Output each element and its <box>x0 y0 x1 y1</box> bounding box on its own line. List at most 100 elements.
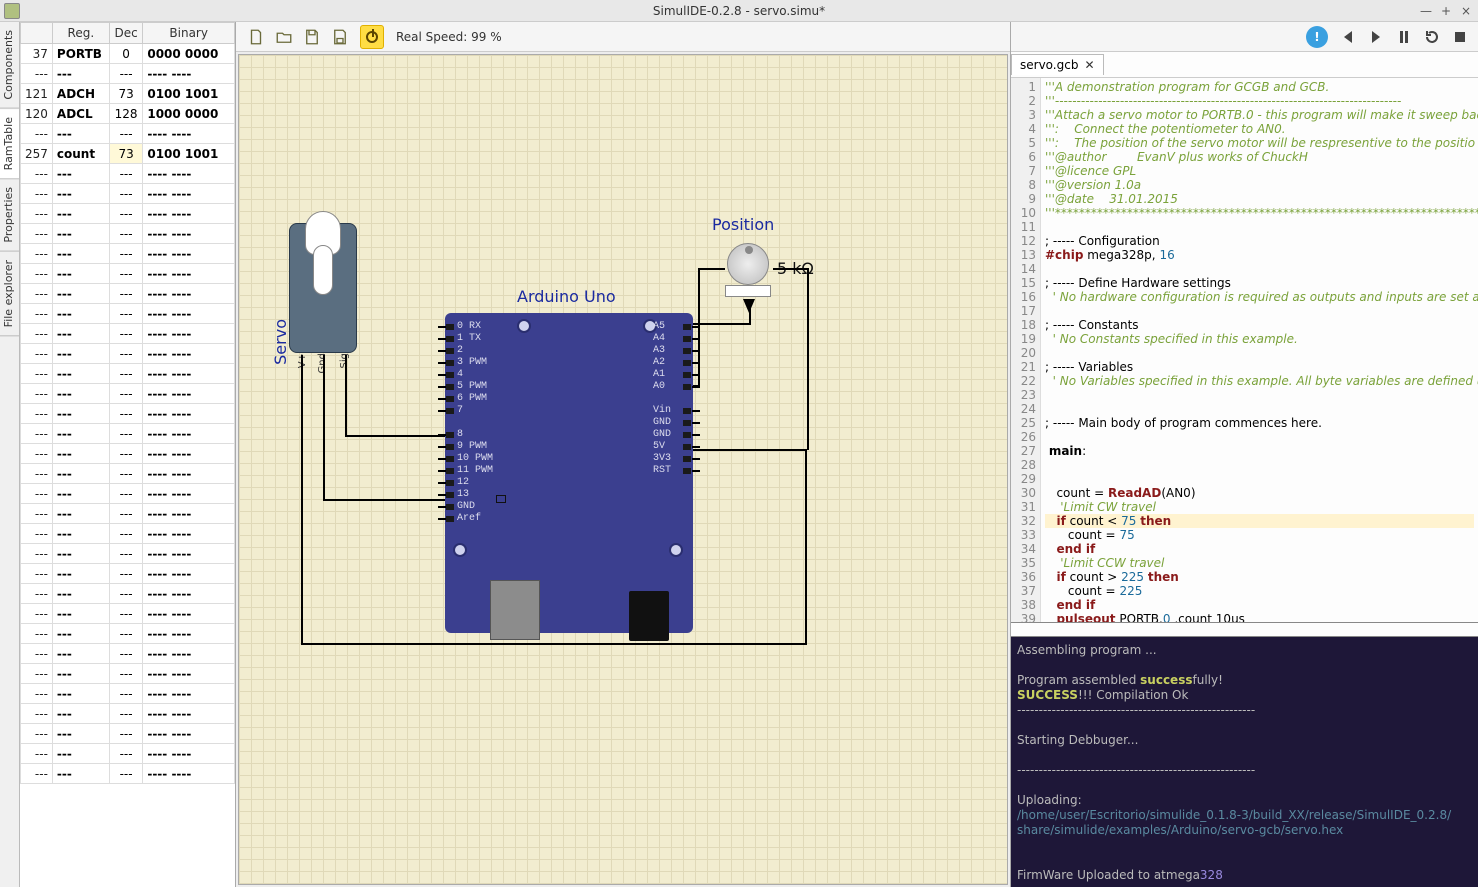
table-row[interactable]: ------------- ---- <box>21 464 235 484</box>
arduino-pin-left[interactable]: GND <box>457 501 475 512</box>
arduino-pin-left[interactable]: 5 PWM <box>457 381 487 392</box>
power-button[interactable] <box>360 25 384 49</box>
tab-properties[interactable]: Properties <box>0 179 19 252</box>
table-row[interactable]: 120ADCL1281000 0000 <box>21 104 235 124</box>
tab-components[interactable]: Components <box>0 22 19 109</box>
save-button[interactable] <box>300 25 324 49</box>
run-button[interactable] <box>1364 25 1388 49</box>
table-row[interactable]: ------------- ---- <box>21 504 235 524</box>
arduino-pin-left[interactable]: 13 <box>457 489 469 500</box>
arduino-pin-right[interactable]: A5 <box>653 321 665 332</box>
arduino-pin-right[interactable]: GND <box>653 417 671 428</box>
stop-button[interactable] <box>1448 25 1472 49</box>
arduino-pin-right[interactable]: A0 <box>653 381 665 392</box>
table-row[interactable]: ------------- ---- <box>21 724 235 744</box>
pause-button[interactable] <box>1392 25 1416 49</box>
table-row[interactable]: ------------- ---- <box>21 304 235 324</box>
arduino-pin-right[interactable]: A2 <box>653 357 665 368</box>
editor-horizontal-scrollbar[interactable] <box>1011 623 1478 637</box>
arduino-pin-left[interactable]: Aref <box>457 513 481 524</box>
arduino-pin-left[interactable]: 8 <box>457 429 463 440</box>
table-row[interactable]: ------------- ---- <box>21 284 235 304</box>
table-row[interactable]: ------------- ---- <box>21 484 235 504</box>
table-row[interactable]: ------------- ---- <box>21 664 235 684</box>
table-row[interactable]: ------------- ---- <box>21 124 235 144</box>
table-row[interactable]: ------------- ---- <box>21 424 235 444</box>
line-gutter[interactable]: 1234567891011121314151617181920212223242… <box>1011 78 1041 622</box>
arduino-pin-right[interactable]: A1 <box>653 369 665 380</box>
table-row[interactable]: ------------- ---- <box>21 584 235 604</box>
table-row[interactable]: 257count730100 1001 <box>21 144 235 164</box>
arduino-pin-left[interactable]: 0 RX <box>457 321 481 332</box>
arduino-pin-left[interactable]: 1 TX <box>457 333 481 344</box>
table-row[interactable]: ------------- ---- <box>21 444 235 464</box>
save-as-button[interactable] <box>328 25 352 49</box>
table-row[interactable]: ------------- ---- <box>21 244 235 264</box>
table-row[interactable]: ------------- ---- <box>21 204 235 224</box>
tab-ramtable[interactable]: RamTable <box>0 109 19 179</box>
col-bin[interactable]: Binary <box>143 23 235 44</box>
table-row[interactable]: ------------- ---- <box>21 604 235 624</box>
table-row[interactable]: ------------- ---- <box>21 544 235 564</box>
info-icon[interactable]: ! <box>1306 26 1328 48</box>
step-back-button[interactable] <box>1336 25 1360 49</box>
table-row[interactable]: 37PORTB00000 0000 <box>21 44 235 64</box>
arduino-pin-left[interactable]: 4 <box>457 369 463 380</box>
arduino-pin-left[interactable]: 10 PWM <box>457 453 493 464</box>
table-row[interactable]: ------------- ---- <box>21 404 235 424</box>
table-row[interactable]: ------------- ---- <box>21 184 235 204</box>
pin-marker <box>446 492 454 498</box>
arduino-pin-left[interactable]: 2 <box>457 345 463 356</box>
table-row[interactable]: ------------- ---- <box>21 364 235 384</box>
table-row[interactable]: ------------- ---- <box>21 384 235 404</box>
reset-button[interactable] <box>1420 25 1444 49</box>
editor-tab-servo[interactable]: servo.gcb ✕ <box>1011 54 1104 75</box>
arduino-pin-right[interactable]: 5V <box>653 441 665 452</box>
arduino-pin-left[interactable]: 3 PWM <box>457 357 487 368</box>
new-button[interactable] <box>244 25 268 49</box>
col-reg[interactable]: Reg. <box>52 23 109 44</box>
code-editor[interactable]: 1234567891011121314151617181920212223242… <box>1011 78 1478 623</box>
table-row[interactable]: ------------- ---- <box>21 64 235 84</box>
table-row[interactable]: ------------- ---- <box>21 344 235 364</box>
tab-close-icon[interactable]: ✕ <box>1084 58 1094 72</box>
table-row[interactable]: ------------- ---- <box>21 324 235 344</box>
table-row[interactable]: ------------- ---- <box>21 624 235 644</box>
open-button[interactable] <box>272 25 296 49</box>
table-row[interactable]: ------------- ---- <box>21 764 235 784</box>
table-row[interactable]: ------------- ---- <box>21 684 235 704</box>
output-console[interactable]: Assembling program ... Program assembled… <box>1011 637 1478 887</box>
maximize-button[interactable]: + <box>1438 4 1454 18</box>
table-row[interactable]: ------------- ---- <box>21 264 235 284</box>
arduino-pin-right[interactable]: 3V3 <box>653 453 671 464</box>
arduino-pin-right[interactable]: A3 <box>653 345 665 356</box>
table-row[interactable]: ------------- ---- <box>21 224 235 244</box>
tab-file-explorer[interactable]: File explorer <box>0 252 19 336</box>
arduino-pin-right[interactable]: RST <box>653 465 671 476</box>
table-row[interactable]: ------------- ---- <box>21 524 235 544</box>
code-area[interactable]: '''A demonstration program for GCGB and … <box>1041 78 1478 622</box>
table-row[interactable]: ------------- ---- <box>21 644 235 664</box>
minimize-button[interactable]: — <box>1418 4 1434 18</box>
arduino-pin-right[interactable]: GND <box>653 429 671 440</box>
pot-slider[interactable] <box>725 285 771 297</box>
table-row[interactable]: 121ADCH730100 1001 <box>21 84 235 104</box>
arduino-pin-left[interactable]: 12 <box>457 477 469 488</box>
arduino-pin-right[interactable]: Vin <box>653 405 671 416</box>
close-button[interactable]: × <box>1458 4 1474 18</box>
arduino-pin-left[interactable]: 6 PWM <box>457 393 487 404</box>
circuit-canvas[interactable]: Servo V+ Gnd Sig Arduino Uno <box>238 54 1008 885</box>
arduino-pin-left[interactable]: 7 <box>457 405 463 416</box>
potentiometer[interactable] <box>727 243 769 285</box>
arduino-pin-left[interactable]: 11 PWM <box>457 465 493 476</box>
col-dec[interactable]: Dec <box>109 23 143 44</box>
ram-table-scroll[interactable]: Reg. Dec Binary 37PORTB00000 0000-------… <box>20 22 235 887</box>
window-title: SimulIDE-0.2.8 - servo.simu* <box>653 4 825 18</box>
arduino-pin-right[interactable]: A4 <box>653 333 665 344</box>
table-row[interactable]: ------------- ---- <box>21 564 235 584</box>
table-row[interactable]: ------------- ---- <box>21 744 235 764</box>
table-row[interactable]: ------------- ---- <box>21 164 235 184</box>
arduino-pin-left[interactable]: 9 PWM <box>457 441 487 452</box>
table-row[interactable]: ------------- ---- <box>21 704 235 724</box>
pin-marker <box>683 444 691 450</box>
